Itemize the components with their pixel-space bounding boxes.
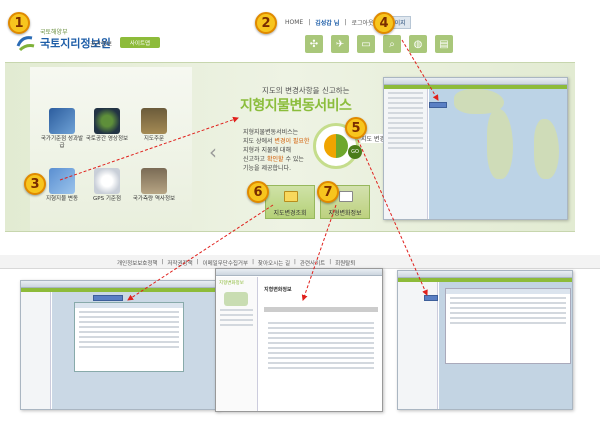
- document-icon: [339, 191, 353, 202]
- marker-1: 1: [8, 12, 30, 34]
- report-window: [397, 270, 573, 410]
- popup-side-icon: [224, 292, 248, 306]
- query-window: [20, 280, 220, 410]
- screenshot-canvas: 국토해양부 국토지리정보원 공간정보 사이트맵 HOME | 김성갑 님 | 로…: [0, 0, 600, 422]
- folder-icon[interactable]: ▭: [357, 35, 375, 53]
- map-change-query-button[interactable]: 지도변경조회: [265, 185, 315, 219]
- popup-tab-bar[interactable]: [264, 307, 378, 312]
- folder-icon: [284, 191, 298, 202]
- camera-lens-icon: [94, 108, 120, 134]
- marker-5: 5: [345, 117, 367, 139]
- report-form[interactable]: [445, 288, 571, 364]
- layer-sidebar: [384, 89, 428, 219]
- map-view[interactable]: [429, 89, 567, 219]
- control-point-icon: [49, 108, 75, 134]
- service-aerial-image[interactable]: 국토공간 영상정보: [85, 108, 129, 143]
- org-tag: 공간정보: [90, 41, 113, 48]
- popup-list: [264, 319, 378, 372]
- go-button[interactable]: GO: [348, 145, 362, 159]
- footer-link[interactable]: 회원탈퇴: [335, 259, 355, 267]
- query-result-table: [74, 302, 184, 372]
- footer-link[interactable]: 개인정보보호정책: [117, 259, 157, 267]
- report-field[interactable]: [424, 295, 438, 301]
- service-terrain-change[interactable]: 지형지물 변동: [40, 168, 84, 203]
- history-book-icon: [141, 168, 167, 194]
- airplane-icon[interactable]: ✈: [331, 35, 349, 53]
- service-gps[interactable]: GPS 기준점: [85, 168, 129, 203]
- report-map: [439, 282, 572, 409]
- user-name: 김성갑 님: [315, 19, 340, 27]
- query-input[interactable]: [93, 295, 123, 301]
- network-icon[interactable]: ✣: [305, 35, 323, 53]
- footer-link[interactable]: 관련사이트: [300, 259, 325, 267]
- query-map: [52, 292, 219, 409]
- home-link[interactable]: HOME: [285, 19, 303, 26]
- banner-title: 지형지물변동서비스: [240, 98, 352, 114]
- marker-4: 4: [373, 12, 395, 34]
- service-survey-history[interactable]: 국가측량 역사정보: [132, 168, 176, 203]
- sitemap-button[interactable]: 사이트맵: [120, 37, 160, 48]
- footer-link[interactable]: 저작권정책: [167, 259, 192, 267]
- search-field[interactable]: [429, 102, 447, 108]
- service-map-order[interactable]: 지도주문: [132, 108, 176, 143]
- footer-link[interactable]: 찾아오시는 길: [258, 259, 290, 267]
- banner-prev-arrow[interactable]: ‹: [209, 140, 217, 164]
- service-control-point[interactable]: 국가기준점 성과발급: [40, 108, 84, 150]
- terrain-change-popup: 지형변화정보 지형변화정보: [215, 268, 383, 412]
- logo-icon: [16, 36, 35, 52]
- map-book-icon: [141, 108, 167, 134]
- refresh-arrows-icon: [49, 168, 75, 194]
- magnifier-icon[interactable]: ⌕: [383, 35, 401, 53]
- popup-side-title: 지형변화정보: [219, 281, 244, 286]
- tool-icon-bar: ✣ ✈ ▭ ⌕ ◍ ▤: [305, 35, 453, 53]
- logout-link[interactable]: 로그아웃: [351, 18, 373, 27]
- marker-7: 7: [317, 181, 339, 203]
- gps-bulb-icon: [94, 168, 120, 194]
- footer-link[interactable]: 이메일무단수집거부: [203, 259, 249, 267]
- popup-title: 지형변화정보: [264, 287, 292, 293]
- map-window: [383, 77, 568, 220]
- marker-2: 2: [255, 12, 277, 34]
- banner-description: 지형지물변동서비스는 지도 상에서 변경이 필요한 지형과 지물에 대해 신고하…: [243, 129, 310, 172]
- marker-3: 3: [24, 173, 46, 195]
- footer-links: 개인정보보호정책 | 저작권정책 | 이메일무단수집거부 | 찾아오시는 길 | 관련사…: [117, 259, 356, 267]
- book-icon[interactable]: ▤: [435, 35, 453, 53]
- marker-6: 6: [247, 181, 269, 203]
- globe-icon[interactable]: ◍: [409, 35, 427, 53]
